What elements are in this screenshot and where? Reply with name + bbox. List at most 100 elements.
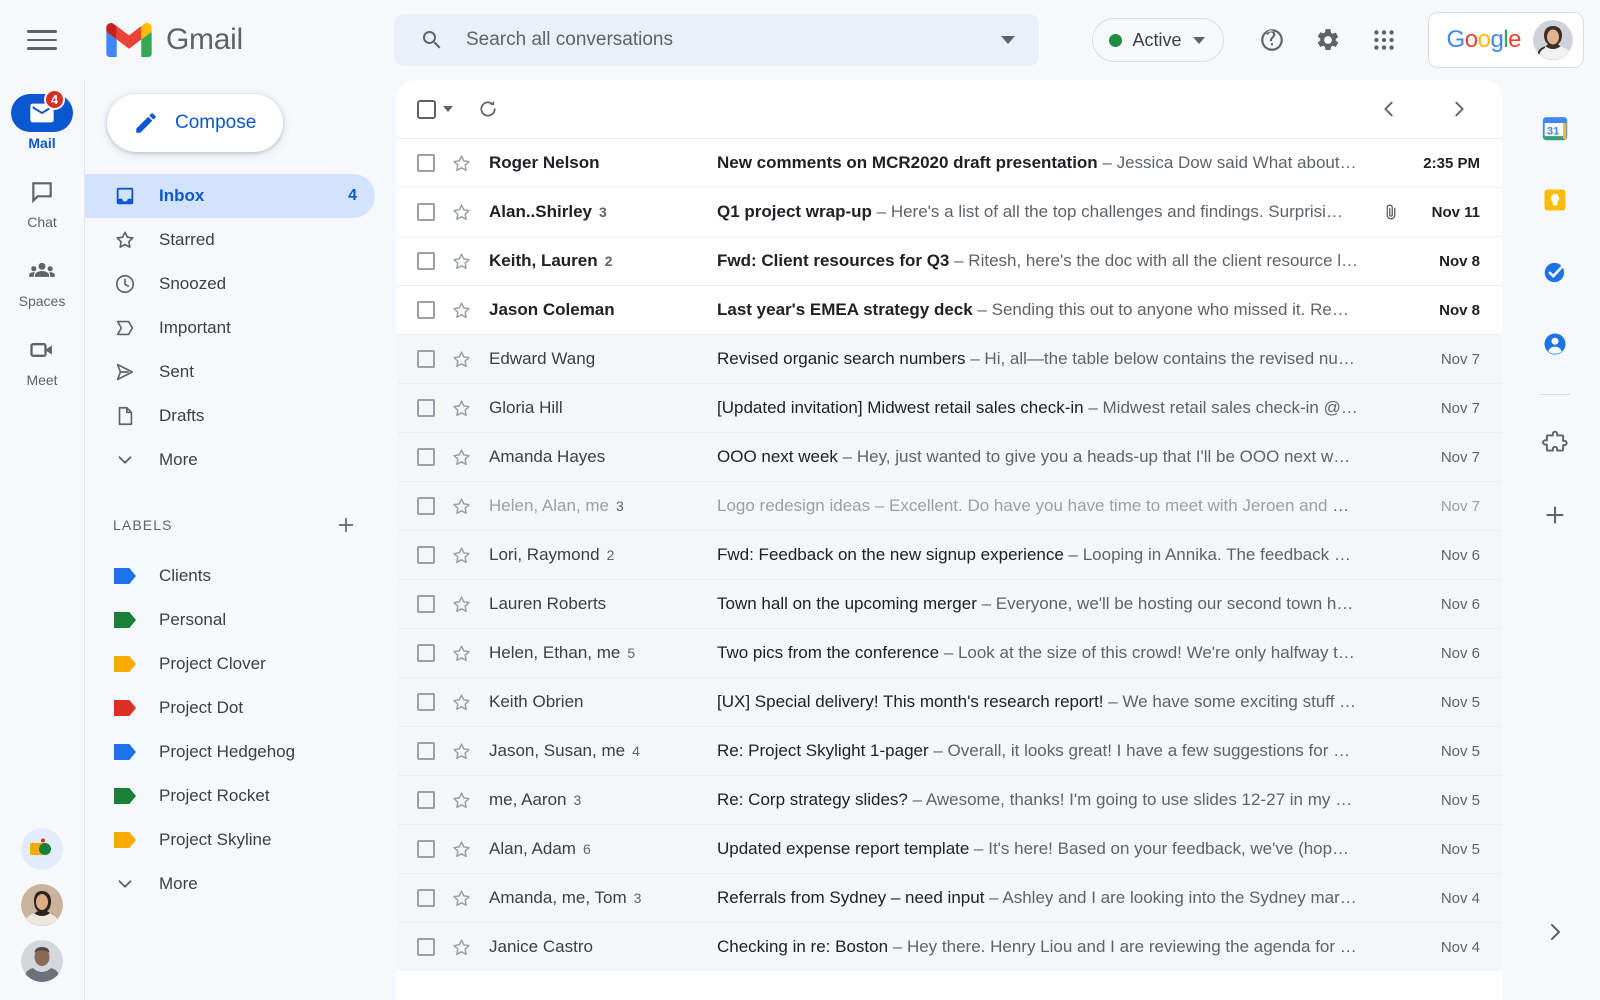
star-icon[interactable] <box>451 741 489 762</box>
star-icon[interactable] <box>451 447 489 468</box>
show-search-options-icon[interactable] <box>995 36 1021 44</box>
avatar[interactable] <box>1533 20 1573 60</box>
table-row[interactable]: Helen, Alan, me3Logo redesign ideas – Ex… <box>397 481 1502 530</box>
row-checkbox[interactable] <box>417 350 451 368</box>
table-row[interactable]: Alan..Shirley3Q1 project wrap-up – Here'… <box>397 187 1502 236</box>
avatar-person-2[interactable] <box>21 940 63 982</box>
chevron-down-icon[interactable] <box>443 106 453 112</box>
row-checkbox[interactable] <box>417 791 451 809</box>
side-panel-expand[interactable] <box>1529 906 1581 1000</box>
avatar-person-1[interactable] <box>21 884 63 926</box>
table-row[interactable]: Amanda HayesOOO next week – Hey, just wa… <box>397 432 1502 481</box>
star-icon[interactable] <box>451 545 489 566</box>
google-keep-icon[interactable] <box>1529 174 1581 226</box>
table-row[interactable]: Keith, Lauren2Fwd: Client resources for … <box>397 236 1502 285</box>
table-row[interactable]: Helen, Ethan, me5Two pics from the confe… <box>397 628 1502 677</box>
status-badge[interactable]: Active <box>1092 18 1224 62</box>
table-row[interactable]: Alan, Adam6Updated expense report templa… <box>397 824 1502 873</box>
chevron-right-icon[interactable] <box>1529 906 1581 958</box>
compose-button[interactable]: Compose <box>107 94 283 152</box>
row-checkbox[interactable] <box>417 399 451 417</box>
plus-icon[interactable] <box>331 510 361 540</box>
row-checkbox[interactable] <box>417 154 451 172</box>
star-icon[interactable] <box>451 594 489 615</box>
avatar-illustration[interactable] <box>21 828 63 870</box>
row-checkbox[interactable] <box>417 938 451 956</box>
refresh-icon[interactable] <box>467 88 509 130</box>
table-row[interactable]: Jason, Susan, me4Re: Project Skylight 1-… <box>397 726 1502 775</box>
gear-icon[interactable] <box>1302 14 1354 66</box>
table-row[interactable]: Edward WangRevised organic search number… <box>397 334 1502 383</box>
table-row[interactable]: me, Aaron3Re: Corp strategy slides? – Aw… <box>397 775 1502 824</box>
sidebar-item-important[interactable]: Important <box>85 306 375 350</box>
sidebar-item-inbox[interactable]: Inbox 4 <box>85 174 375 218</box>
get-addons-puzzle-icon[interactable] <box>1529 417 1581 469</box>
table-row[interactable]: Lauren RobertsTown hall on the upcoming … <box>397 579 1502 628</box>
star-icon[interactable] <box>451 839 489 860</box>
row-checkbox[interactable] <box>417 693 451 711</box>
checkbox-icon[interactable] <box>417 100 436 119</box>
row-checkbox[interactable] <box>417 742 451 760</box>
row-checkbox[interactable] <box>417 840 451 858</box>
row-checkbox[interactable] <box>417 252 451 270</box>
row-checkbox[interactable] <box>417 889 451 907</box>
table-row[interactable]: Keith Obrien[UX] Special delivery! This … <box>397 677 1502 726</box>
hamburger-menu-icon[interactable] <box>0 0 84 80</box>
table-row[interactable]: Jason ColemanLast year's EMEA strategy d… <box>397 285 1502 334</box>
star-icon[interactable] <box>451 398 489 419</box>
help-question-icon[interactable] <box>1246 14 1298 66</box>
star-icon[interactable] <box>451 251 489 272</box>
row-checkbox[interactable] <box>417 546 451 564</box>
sidebar-item-labels-more[interactable]: More <box>85 862 375 906</box>
rail-item-mail[interactable]: 4 Mail <box>0 86 84 155</box>
star-icon[interactable] <box>451 349 489 370</box>
google-contacts-icon[interactable] <box>1529 318 1581 370</box>
sidebar-item-label-project-hedgehog[interactable]: Project Hedgehog <box>85 730 375 774</box>
star-icon[interactable] <box>451 692 489 713</box>
google-tasks-icon[interactable] <box>1529 246 1581 298</box>
sidebar-item-starred[interactable]: Starred <box>85 218 375 262</box>
table-row[interactable]: Amanda, me, Tom3Referrals from Sydney – … <box>397 873 1502 922</box>
sidebar-item-label-clients[interactable]: Clients <box>85 554 375 598</box>
account-switcher[interactable]: Google <box>1428 12 1584 68</box>
table-row[interactable]: Roger NelsonNew comments on MCR2020 draf… <box>397 138 1502 187</box>
star-icon[interactable] <box>451 643 489 664</box>
sidebar-item-label-project-skyline[interactable]: Project Skyline <box>85 818 375 862</box>
row-checkbox[interactable] <box>417 448 451 466</box>
select-all-control[interactable] <box>417 100 453 119</box>
row-checkbox[interactable] <box>417 497 451 515</box>
rail-item-spaces[interactable]: Spaces <box>0 244 84 313</box>
sidebar-item-label-project-clover[interactable]: Project Clover <box>85 642 375 686</box>
star-icon[interactable] <box>451 300 489 321</box>
gmail-brand[interactable]: Gmail <box>84 0 394 80</box>
sidebar-item-label-project-rocket[interactable]: Project Rocket <box>85 774 375 818</box>
row-checkbox[interactable] <box>417 203 451 221</box>
search-bar[interactable] <box>394 14 1039 66</box>
table-row[interactable]: Gloria Hill[Updated invitation] Midwest … <box>397 383 1502 432</box>
star-icon[interactable] <box>451 496 489 517</box>
star-icon[interactable] <box>451 790 489 811</box>
row-checkbox[interactable] <box>417 595 451 613</box>
row-checkbox[interactable] <box>417 301 451 319</box>
chevron-right-icon[interactable] <box>1438 88 1480 130</box>
google-apps-grid-icon[interactable] <box>1358 14 1410 66</box>
chevron-left-icon[interactable] <box>1368 88 1410 130</box>
table-row[interactable]: Janice CastroChecking in re: Boston – He… <box>397 922 1502 971</box>
google-calendar-icon[interactable]: 31 <box>1529 102 1581 154</box>
sidebar-item-label-project-dot[interactable]: Project Dot <box>85 686 375 730</box>
search-input[interactable] <box>466 29 995 51</box>
sidebar-item-drafts[interactable]: Drafts <box>85 394 375 438</box>
sidebar-item-sent[interactable]: Sent <box>85 350 375 394</box>
star-icon[interactable] <box>451 888 489 909</box>
rail-item-chat[interactable]: Chat <box>0 165 84 234</box>
star-icon[interactable] <box>451 202 489 223</box>
plus-icon[interactable] <box>1529 489 1581 541</box>
rail-item-meet[interactable]: Meet <box>0 323 84 392</box>
table-row[interactable]: Lori, Raymond2Fwd: Feedback on the new s… <box>397 530 1502 579</box>
sidebar-item-snoozed[interactable]: Snoozed <box>85 262 375 306</box>
sidebar-item-more[interactable]: More <box>85 438 375 482</box>
star-icon[interactable] <box>451 153 489 174</box>
star-icon[interactable] <box>451 937 489 958</box>
sidebar-item-label-personal[interactable]: Personal <box>85 598 375 642</box>
row-checkbox[interactable] <box>417 644 451 662</box>
